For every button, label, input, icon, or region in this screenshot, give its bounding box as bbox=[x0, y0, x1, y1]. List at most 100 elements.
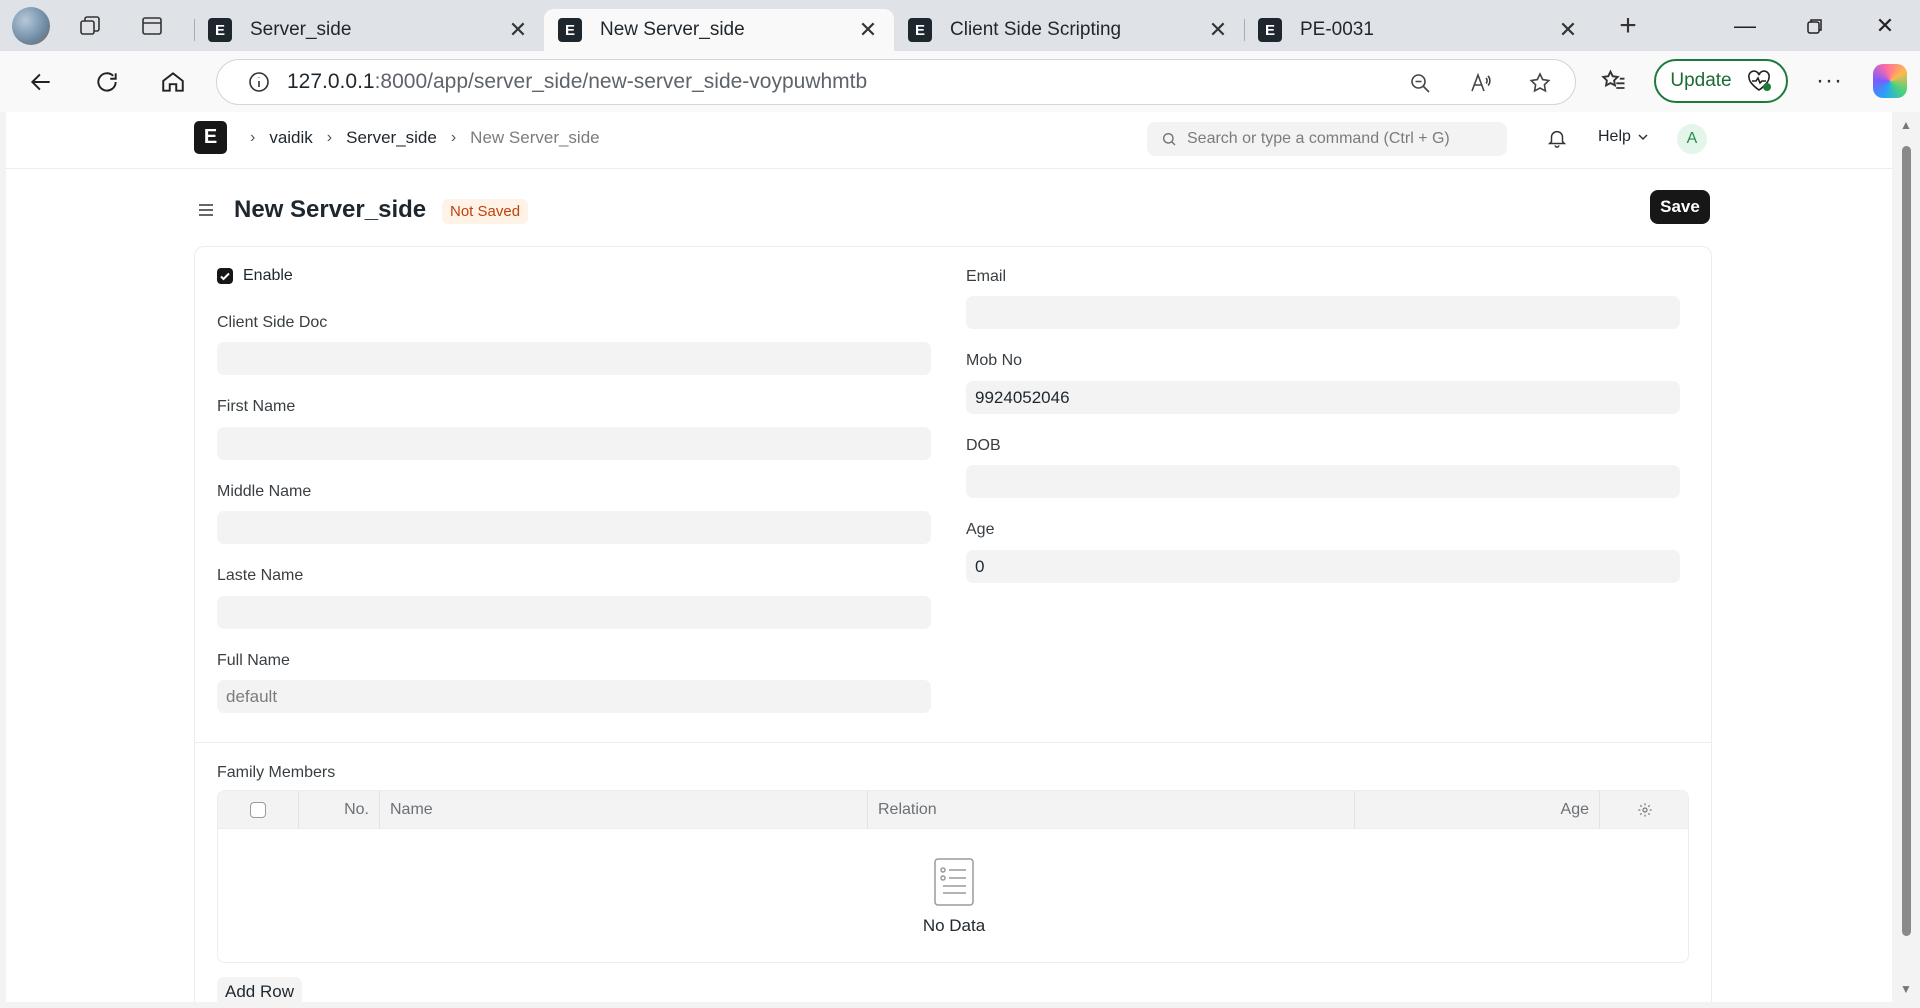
tab-client-side-scripting[interactable]: E Client Side Scripting ✕ bbox=[894, 9, 1244, 51]
scrollbar-thumb[interactable] bbox=[1902, 146, 1911, 936]
new-tab-button[interactable]: + bbox=[1606, 4, 1650, 48]
enable-checkbox-row[interactable]: Enable bbox=[217, 267, 293, 285]
frappe-favicon-icon: E bbox=[558, 18, 582, 42]
chevron-right-icon: › bbox=[450, 129, 457, 146]
enable-checkbox[interactable] bbox=[217, 268, 233, 284]
mob-no-label: Mob No bbox=[966, 352, 1023, 369]
family-members-label: Family Members bbox=[217, 764, 336, 781]
age-input[interactable]: 0 bbox=[966, 550, 1680, 583]
scroll-down-icon[interactable]: ▼ bbox=[1900, 982, 1912, 996]
breadcrumb-current: New Server_side bbox=[470, 128, 600, 147]
frappe-favicon-icon: E bbox=[908, 18, 932, 42]
profile-avatar[interactable] bbox=[12, 6, 50, 45]
update-button[interactable]: Update bbox=[1654, 59, 1788, 103]
last-name-label: Laste Name bbox=[217, 567, 304, 584]
app-navbar: E › vaidik › Server_side › New Server_si… bbox=[6, 112, 1892, 169]
dob-input[interactable] bbox=[966, 465, 1680, 498]
address-bar[interactable]: 127.0.0.1:8000/app/server_side/new-serve… bbox=[216, 59, 1576, 105]
restore-icon[interactable] bbox=[1780, 0, 1850, 51]
empty-list-icon bbox=[934, 857, 974, 906]
search-icon bbox=[1161, 131, 1177, 147]
close-tab-icon[interactable]: ✕ bbox=[856, 17, 880, 42]
full-name-label: Full Name bbox=[217, 652, 290, 669]
select-all-cell bbox=[218, 791, 299, 829]
page-title: New Server_side bbox=[234, 196, 427, 223]
middle-name-label: Middle Name bbox=[217, 483, 312, 500]
minimize-icon[interactable]: — bbox=[1710, 0, 1780, 51]
vertical-tabs-icon[interactable] bbox=[132, 6, 172, 46]
frappe-favicon-icon: E bbox=[1258, 18, 1282, 42]
settings-gear-icon[interactable] bbox=[1637, 802, 1653, 818]
full-name-input[interactable]: default bbox=[217, 680, 931, 713]
breadcrumb: › vaidik › Server_side › New Server_side bbox=[250, 128, 600, 148]
enable-label: Enable bbox=[243, 267, 293, 284]
first-name-label: First Name bbox=[217, 398, 296, 415]
copilot-icon[interactable] bbox=[1872, 64, 1907, 98]
read-aloud-icon[interactable] bbox=[1465, 68, 1495, 98]
notification-bell-icon[interactable] bbox=[1546, 127, 1568, 154]
site-info-icon[interactable] bbox=[239, 70, 279, 94]
favorites-icon[interactable] bbox=[1600, 67, 1628, 95]
tab-pe-0031[interactable]: E PE-0031 ✕ bbox=[1244, 9, 1594, 51]
add-row-button[interactable]: Add Row bbox=[217, 977, 302, 1002]
column-header-age: Age bbox=[1355, 791, 1600, 829]
sidebar-toggle-icon[interactable] bbox=[196, 200, 216, 225]
back-icon[interactable] bbox=[18, 59, 64, 105]
last-name-input[interactable] bbox=[217, 596, 931, 629]
tab-label: New Server_side bbox=[600, 19, 745, 40]
user-avatar[interactable]: A bbox=[1677, 124, 1707, 154]
status-badge: Not Saved bbox=[442, 199, 529, 224]
browser-tab-bar: E Server_side ✕ E New Server_side ✕ E Cl… bbox=[0, 0, 1920, 51]
tab-label: Client Side Scripting bbox=[950, 19, 1122, 40]
tab-new-server-side[interactable]: E New Server_side ✕ bbox=[544, 9, 894, 51]
email-label: Email bbox=[966, 268, 1007, 285]
workspaces-icon[interactable] bbox=[70, 6, 110, 46]
family-members-table: No. Name Relation Age No Data bbox=[217, 790, 1689, 963]
check-icon bbox=[220, 272, 230, 281]
address-toolbar: 127.0.0.1:8000/app/server_side/new-serve… bbox=[0, 51, 1920, 112]
close-tab-icon[interactable]: ✕ bbox=[1556, 17, 1580, 42]
dob-label: DOB bbox=[966, 437, 1001, 454]
email-input[interactable] bbox=[966, 296, 1680, 329]
column-header-relation: Relation bbox=[868, 791, 1355, 829]
first-name-input[interactable] bbox=[217, 427, 931, 460]
favorite-star-icon[interactable] bbox=[1525, 68, 1555, 98]
home-icon[interactable] bbox=[150, 59, 196, 105]
help-dropdown[interactable]: Help bbox=[1598, 128, 1649, 146]
app-logo[interactable]: E bbox=[194, 121, 227, 154]
mob-no-input[interactable]: 9924052046 bbox=[966, 381, 1680, 414]
update-heart-icon bbox=[1747, 70, 1771, 91]
column-header-no: No. bbox=[299, 791, 380, 829]
breadcrumb-server-side[interactable]: Server_side bbox=[346, 128, 437, 148]
age-label: Age bbox=[966, 521, 995, 538]
page-header: New Server_side Not Saved Save bbox=[196, 190, 1710, 230]
breadcrumb-vaidik[interactable]: vaidik bbox=[269, 128, 312, 148]
column-header-name: Name bbox=[380, 791, 868, 829]
zoom-out-icon[interactable] bbox=[1405, 68, 1435, 98]
tab-label: Server_side bbox=[250, 19, 352, 40]
close-tab-icon[interactable]: ✕ bbox=[1206, 17, 1230, 42]
scroll-up-icon[interactable]: ▲ bbox=[1900, 118, 1912, 132]
close-window-icon[interactable]: ✕ bbox=[1850, 0, 1920, 51]
frappe-favicon-icon: E bbox=[208, 18, 232, 42]
search-input[interactable]: Search or type a command (Ctrl + G) bbox=[1147, 122, 1507, 156]
chevron-down-icon bbox=[1638, 134, 1648, 141]
more-options-icon[interactable]: ··· bbox=[1816, 67, 1843, 95]
table-header: No. Name Relation Age bbox=[218, 791, 1688, 829]
close-tab-icon[interactable]: ✕ bbox=[506, 17, 530, 42]
section-divider bbox=[195, 742, 1711, 743]
middle-name-input[interactable] bbox=[217, 511, 931, 544]
form-card: Enable Client Side Doc First Name Middle… bbox=[194, 246, 1712, 1002]
page-scrollbar[interactable]: ▲ ▼ bbox=[1892, 112, 1920, 1002]
refresh-icon[interactable] bbox=[84, 59, 130, 105]
client-side-doc-input[interactable] bbox=[217, 342, 931, 375]
select-all-checkbox[interactable] bbox=[250, 802, 266, 818]
table-empty-state: No Data bbox=[218, 829, 1688, 962]
tab-server-side[interactable]: E Server_side ✕ bbox=[194, 9, 544, 51]
page-viewport: E › vaidik › Server_side › New Server_si… bbox=[6, 112, 1892, 1002]
save-button[interactable]: Save bbox=[1650, 190, 1710, 224]
client-side-doc-label: Client Side Doc bbox=[217, 314, 328, 331]
column-settings-cell bbox=[1600, 791, 1688, 829]
chevron-right-icon: › bbox=[250, 129, 256, 146]
no-data-text: No Data bbox=[922, 915, 986, 935]
